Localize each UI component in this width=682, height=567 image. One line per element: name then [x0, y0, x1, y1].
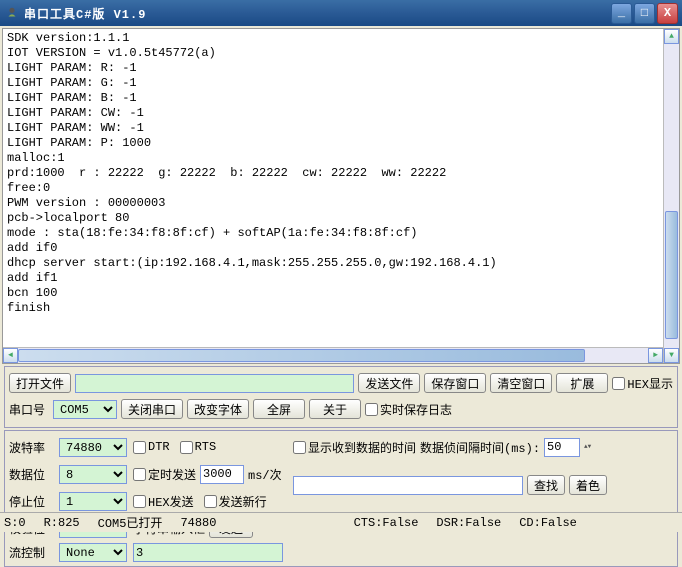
scroll-left-icon[interactable]: ◄	[3, 348, 18, 363]
save-window-button[interactable]: 保存窗口	[424, 373, 486, 393]
titlebar[interactable]: 串口工具C#版 V1.9 _ □ X	[0, 0, 682, 26]
interval-label: 数据侦间隔时间(ms):	[420, 439, 540, 456]
status-dsr: DSR:False	[436, 516, 501, 530]
clear-window-button[interactable]: 清空窗口	[490, 373, 552, 393]
window-title: 串口工具C#版 V1.9	[24, 5, 611, 22]
baud-label: 波特率	[9, 439, 53, 456]
baud-select[interactable]: 74880	[59, 438, 127, 457]
dtr-checkbox[interactable]: DTR	[133, 440, 170, 454]
status-baud: 74880	[180, 516, 216, 530]
timed-send-checkbox[interactable]: 定时发送	[133, 466, 196, 483]
scroll-thumb-v[interactable]	[665, 211, 678, 339]
send-newline-checkbox[interactable]: 发送新行	[204, 493, 267, 510]
settings-panel: 波特率 74880 DTR RTS 数据位 8 定时发送 ms/次 停止位 1 …	[4, 430, 678, 567]
minimize-button[interactable]: _	[611, 3, 632, 24]
status-sent: S:0	[4, 516, 26, 530]
file-path-input[interactable]	[75, 374, 354, 393]
expand-button[interactable]: 扩展	[556, 373, 608, 393]
databits-label: 数据位	[9, 466, 53, 483]
scroll-right-icon[interactable]: ►	[648, 348, 663, 363]
fullscreen-button[interactable]: 全屏	[253, 399, 305, 419]
close-button[interactable]: X	[657, 3, 678, 24]
send-input[interactable]	[133, 543, 283, 562]
realtime-save-checkbox[interactable]: 实时保存日志	[365, 401, 452, 418]
interval-input[interactable]	[544, 438, 580, 457]
status-port: COM5已打开	[98, 514, 163, 531]
scroll-thumb-h[interactable]	[18, 349, 585, 362]
search-input[interactable]	[293, 476, 523, 495]
find-button[interactable]: 查找	[527, 475, 565, 495]
port-label: 串口号	[9, 401, 49, 418]
open-file-button[interactable]: 打开文件	[9, 373, 71, 393]
status-cd: CD:False	[519, 516, 577, 530]
scroll-up-icon[interactable]: ▲	[664, 29, 679, 44]
status-cts: CTS:False	[354, 516, 419, 530]
status-bar: S:0 R:825 COM5已打开 74880 CTS:False DSR:Fa…	[0, 512, 682, 532]
app-icon	[4, 5, 20, 21]
flow-select[interactable]: None	[59, 543, 127, 562]
rts-checkbox[interactable]: RTS	[180, 440, 217, 454]
port-select[interactable]: COM5	[53, 400, 117, 419]
timed-interval-input[interactable]	[200, 465, 244, 484]
toolbar-panel: 打开文件 发送文件 保存窗口 清空窗口 扩展 HEX显示 串口号 COM5 关闭…	[4, 366, 678, 428]
interval-spinner-icon[interactable]: ▲▼	[584, 444, 591, 450]
console-text: SDK version:1.1.1 IOT VERSION = v1.0.5t4…	[3, 29, 679, 363]
databits-select[interactable]: 8	[59, 465, 127, 484]
right-options: 显示收到数据的时间 数据侦间隔时间(ms): ▲▼ 查找 着色	[289, 435, 673, 562]
status-recv: R:825	[44, 516, 80, 530]
scroll-down-icon[interactable]: ▼	[664, 348, 679, 363]
change-font-button[interactable]: 改变字体	[187, 399, 249, 419]
serial-options: 波特率 74880 DTR RTS 数据位 8 定时发送 ms/次 停止位 1 …	[9, 435, 283, 562]
about-button[interactable]: 关于	[309, 399, 361, 419]
stopbits-label: 停止位	[9, 493, 53, 510]
close-port-button[interactable]: 关闭串口	[121, 399, 183, 419]
maximize-button[interactable]: □	[634, 3, 655, 24]
flow-label: 流控制	[9, 544, 53, 561]
horizontal-scrollbar[interactable]: ◄ ►	[3, 347, 663, 363]
hex-display-checkbox[interactable]: HEX显示	[612, 375, 673, 392]
vertical-scrollbar[interactable]: ▲ ▼	[663, 29, 679, 363]
color-button[interactable]: 着色	[569, 475, 607, 495]
show-rx-time-checkbox[interactable]: 显示收到数据的时间	[293, 439, 416, 456]
ms-per-label: ms/次	[248, 466, 282, 483]
send-file-button[interactable]: 发送文件	[358, 373, 420, 393]
console-output: SDK version:1.1.1 IOT VERSION = v1.0.5t4…	[2, 28, 680, 364]
stopbits-select[interactable]: 1	[59, 492, 127, 511]
hex-send-checkbox[interactable]: HEX发送	[133, 493, 194, 510]
